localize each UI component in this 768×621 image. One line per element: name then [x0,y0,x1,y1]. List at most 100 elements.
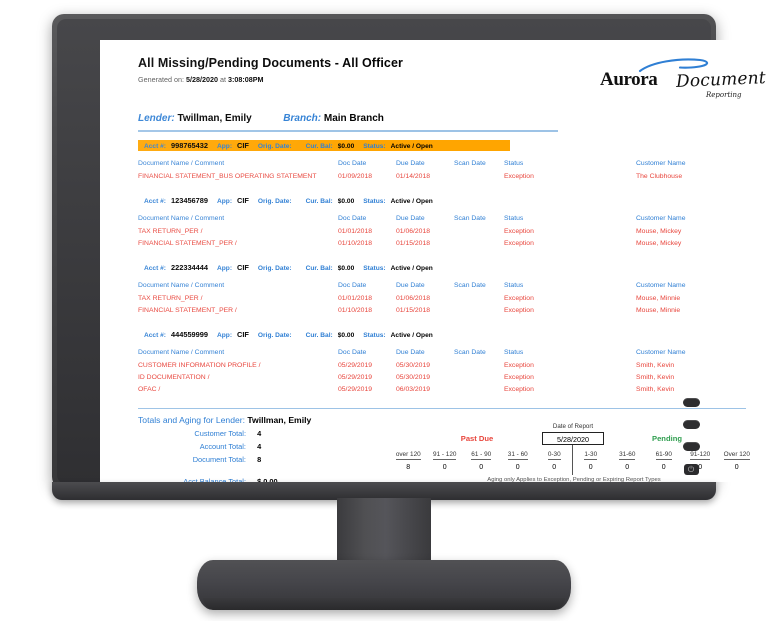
lender-label: Lender: [138,113,175,124]
cell-status: Exception [504,306,534,314]
cell-document-name: ID DOCUMENTATION / [138,373,210,381]
generated-timestamp: Generated on: 5/28/2020 at 3:08:08PM [138,75,403,84]
cur-bal-label: Cur. Bal: [305,331,333,339]
aging-bucket-header: 31 - 60 [507,451,528,460]
acct-number-value: 444559999 [171,329,208,339]
cell-status: Exception [504,385,534,393]
cell-due-date: 01/14/2018 [396,172,431,180]
acct-status-label: Status: [363,264,386,272]
logo-product-text: Document [675,68,767,92]
osd-button-3[interactable] [682,442,700,451]
cell-scan-date [454,384,504,396]
aging-bucket-header: 61-90 [655,451,672,460]
aging-bucket-value: 0 [515,464,520,472]
col-document-name: Document Name / Comment [138,159,225,167]
col-customer-name: Customer Name [636,159,686,167]
logo-brand-text: Aurora [600,69,658,90]
date-of-report-label: Date of Report [552,423,594,431]
app-value: CIF [237,195,249,205]
cell-document-name: TAX RETURN_PER / [138,227,203,235]
col-document-name: Document Name / Comment [138,348,225,356]
cell-doc-date: 01/10/2018 [338,306,373,314]
cell-doc-date: 05/29/2019 [338,361,373,369]
monitor-screen: All Missing/Pending Documents - All Offi… [100,40,768,482]
cell-doc-date: 01/01/2018 [338,227,373,235]
aging-bucket-header: 91 - 120 [433,451,457,460]
col-scan-date: Scan Date [454,281,486,289]
col-due-date: Due Date [396,159,425,167]
col-scan-date: Scan Date [454,214,486,222]
app-label: App: [217,142,233,150]
cell-due-date: 01/06/2018 [396,294,431,302]
aging-bucket-value: 0 [661,464,666,472]
acct-status-value: Active / Open [390,264,433,272]
totals-heading-value: Twillman, Emily [247,415,312,426]
cell-document-name: FINANCIAL STATEMENT_PER / [138,239,237,247]
cur-bal-value: $0.00 [337,197,355,205]
col-due-date: Due Date [396,348,425,356]
acct-status-value: Active / Open [390,331,433,339]
date-of-report-value: 5/28/2020 [542,432,604,446]
document-total-row: Document Total: 8 [162,453,278,466]
account-header-highlighted: Acct #: 998765432 App: CIF Orig. Date: Cur. B… [138,139,510,151]
cell-due-date: 06/03/2019 [396,385,431,393]
documents-table: Document Name / Comment Doc Date Due Date S… [138,347,746,396]
report-header: All Missing/Pending Documents - All Offi… [138,56,766,102]
aging-bucket-value: 0 [479,464,484,472]
account-total-label: Account Total: [199,442,246,452]
osd-button-1[interactable] [682,398,700,407]
aging-bucket-value: 0 [588,464,593,472]
account-block: Acct #: 123456789 App: CIF Orig. Date: Cur. B… [138,195,746,250]
report-header-left: All Missing/Pending Documents - All Offi… [138,56,403,84]
cell-due-date: 01/15/2018 [396,239,431,247]
power-icon[interactable]: ⏻ [683,464,699,475]
osd-button-2[interactable] [682,420,700,429]
documents-table: Document Name / Comment Doc Date Due Date S… [138,158,746,183]
documents-table: Document Name / Comment Doc Date Due Date S… [138,280,746,317]
aging-bucket-value: 0 [734,464,739,472]
cur-bal-label: Cur. Bal: [305,142,333,150]
totals-body: Customer Total: 4 Account Total: 4 Docum… [138,423,750,482]
cell-scan-date [454,171,504,183]
col-status: Status [504,214,524,222]
aurora-document-logo: Aurora Document Reporting [600,58,766,102]
monitor-stand-base-front [203,598,565,610]
table-header-row: Document Name / Comment Doc Date Due Date S… [138,158,746,171]
cell-doc-date: 01/09/2018 [338,172,373,180]
acct-number-label: Acct #: [144,331,166,339]
monitor-osd-buttons[interactable]: ⏻ [678,398,704,475]
acct-number-value: 998765432 [171,140,208,150]
cell-customer-name: Smith, Kevin [636,373,675,381]
report-page: All Missing/Pending Documents - All Offi… [100,40,768,482]
aging-bucket-header: over 120 [395,451,421,460]
account-block: Acct #: 998765432 App: CIF Orig. Date: Cur. B… [138,139,746,183]
generated-time: 3:08:08PM [227,75,264,84]
col-customer-name: Customer Name [636,214,686,222]
aging-bucket-header: 1-30 [584,451,598,460]
cell-scan-date [454,226,504,238]
cell-scan-date [454,293,504,305]
col-customer-name: Customer Name [636,348,686,356]
page-title: All Missing/Pending Documents - All Offi… [138,56,403,70]
cell-due-date: 05/30/2019 [396,373,431,381]
col-document-name: Document Name / Comment [138,214,225,222]
cell-due-date: 01/06/2018 [396,227,431,235]
acct-status-label: Status: [363,331,386,339]
account-header: Acct #: 123456789 App: CIF Orig. Date: Cur. B… [138,195,746,206]
logo-tagline-text: Reporting [706,91,742,99]
col-document-name: Document Name / Comment [138,281,225,289]
acct-number-label: Acct #: [144,264,166,272]
cell-status: Exception [504,294,534,302]
table-row: CUSTOMER INFORMATION PROFILE / 05/29/2019… [138,360,746,372]
col-scan-date: Scan Date [454,348,486,356]
app-value: CIF [237,262,249,272]
customer-total-label: Customer Total: [194,429,246,439]
cell-scan-date [454,360,504,372]
customer-total-row: Customer Total: 4 [162,427,278,440]
table-row: ID DOCUMENTATION / 05/29/2019 05/30/2019 Ex… [138,372,746,384]
cell-customer-name: Mouse, Mickey [636,239,682,247]
col-doc-date: Doc Date [338,348,367,356]
cell-customer-name: Smith, Kevin [636,361,675,369]
document-total-value: 8 [257,455,262,465]
table-header-row: Document Name / Comment Doc Date Due Date S… [138,280,746,293]
